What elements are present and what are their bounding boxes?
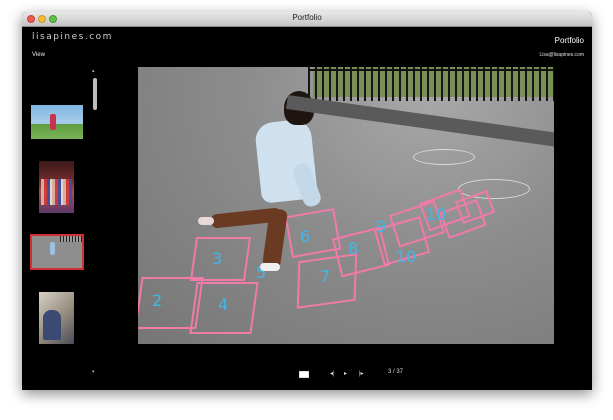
view-menu[interactable]: View	[32, 52, 45, 58]
chalk-fish-drawing	[413, 149, 475, 165]
image-counter: 3 / 37	[388, 369, 404, 375]
contact-email-link[interactable]: Lisa@lisapines.com	[539, 52, 584, 58]
chalk-number: 2	[152, 291, 163, 310]
title-bar[interactable]: Portfolio	[22, 12, 592, 27]
scroll-down-arrow-icon[interactable]: ▾	[92, 369, 95, 375]
main-photo[interactable]: 2 4 3 5 7 6 8 9 10 10	[138, 67, 554, 344]
thumbnail-hopscotch-selected[interactable]	[30, 234, 84, 270]
thumbnail-girl-on-grass[interactable]	[31, 105, 83, 139]
girl-shoe	[198, 217, 214, 225]
chalk-number: 6	[300, 227, 311, 246]
chalk-number: 9	[376, 217, 387, 236]
sidebar-scrollbar-thumb[interactable]	[93, 78, 97, 110]
chalk-number: 4	[218, 295, 229, 314]
curb	[286, 95, 554, 148]
window-title: Portfolio	[292, 13, 322, 22]
chalk-number: 8	[348, 239, 359, 258]
site-title: Portfolio	[554, 36, 584, 45]
chalk-number: 7	[320, 267, 331, 286]
hopscotch-square	[284, 207, 342, 259]
play-icon[interactable]: ▸	[344, 370, 347, 377]
thumbnail-reader[interactable]	[39, 292, 74, 344]
fullscreen-icon[interactable]	[299, 371, 309, 378]
girl-shoe	[260, 263, 280, 271]
thumbnail-group-of-children[interactable]	[39, 161, 74, 213]
site-logo[interactable]: lisapines.com	[32, 32, 113, 42]
chalk-number: 10	[396, 247, 417, 266]
fence	[308, 67, 554, 101]
scroll-up-arrow-icon[interactable]: ▴	[92, 68, 95, 74]
app-window: Portfolio lisapines.com View Portfolio L…	[22, 12, 592, 390]
chalk-number: 3	[212, 249, 223, 268]
next-icon[interactable]: |▸	[359, 370, 364, 377]
chalk-number: 10	[426, 205, 447, 224]
previous-icon[interactable]: ◂|	[330, 370, 335, 377]
